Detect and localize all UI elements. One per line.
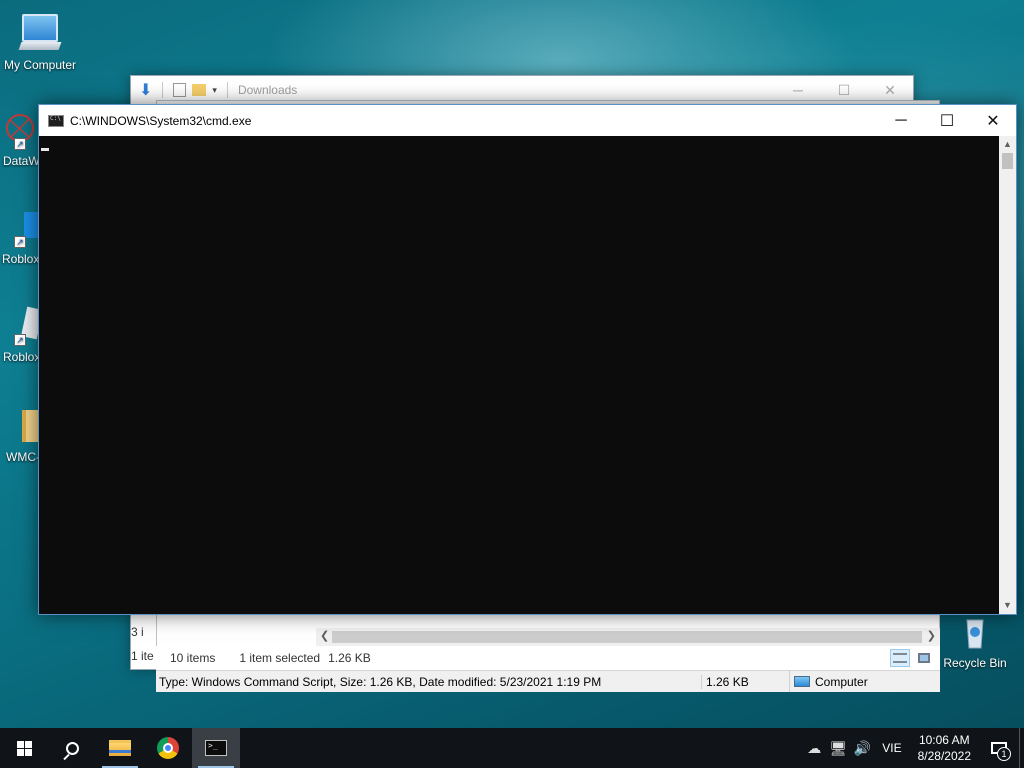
computer-icon <box>18 14 62 54</box>
search-button[interactable] <box>48 728 96 768</box>
cmd-window[interactable]: C:\WINDOWS\System32\cmd.exe ─ ☐ ✕ ▲ ▼ <box>38 104 1017 615</box>
minimize-button[interactable]: ─ <box>775 82 821 99</box>
close-button[interactable]: ✕ <box>867 82 913 99</box>
details-view-icon <box>893 653 907 663</box>
chrome-icon <box>157 737 179 759</box>
scrollbar-thumb[interactable] <box>1002 153 1013 169</box>
window-controls: ─ ☐ ✕ <box>775 82 913 99</box>
desktop-icon-recycle-bin[interactable]: Recycle Bin <box>935 612 1015 670</box>
large-icons-view-icon <box>918 653 930 663</box>
vertical-scrollbar[interactable]: ▲ ▼ <box>999 136 1016 614</box>
location-label: Computer <box>815 674 868 689</box>
scrollbar-thumb[interactable] <box>332 631 922 643</box>
recycle-bin-icon <box>955 612 995 652</box>
horizontal-scrollbar[interactable]: ❮ ❯ <box>316 628 940 646</box>
network-icon[interactable]: 🖥 <box>826 728 850 768</box>
taskbar-cmd[interactable] <box>192 728 240 768</box>
scroll-left-icon[interactable]: ❮ <box>320 629 329 642</box>
taskbar-chrome[interactable] <box>144 728 192 768</box>
clock-time: 10:06 AM <box>918 733 970 747</box>
details-bar: Type: Windows Command Script, Size: 1.26… <box>156 670 940 692</box>
roblox-player-icon: ↗ <box>0 306 43 346</box>
divider <box>226 82 228 98</box>
console-area[interactable] <box>39 136 999 614</box>
show-desktop-button[interactable] <box>1019 728 1024 768</box>
minimize-button[interactable]: ─ <box>878 105 924 136</box>
cmd-title-bar[interactable]: C:\WINDOWS\System32\cmd.exe ─ ☐ ✕ <box>39 105 1016 136</box>
maximize-button[interactable]: ☐ <box>924 105 970 136</box>
taskbar-file-explorer[interactable] <box>96 728 144 768</box>
file-size: 1.26 KB <box>701 674 789 689</box>
system-tray: ☁ 🖥 🔊 VIE 10:06 AM 8/28/2022 1 <box>802 728 1024 768</box>
large-icons-view-button[interactable] <box>914 649 934 667</box>
window-controls: ─ ☐ ✕ <box>878 105 1016 136</box>
input-language[interactable]: VIE <box>874 741 909 755</box>
desktop-icon-label: My Computer <box>3 58 77 72</box>
selection-size: 1.26 KB <box>328 651 371 665</box>
file-type-info: Type: Windows Command Script, Size: 1.26… <box>159 674 602 689</box>
location: Computer <box>789 671 868 692</box>
taskbar: ☁ 🖥 🔊 VIE 10:06 AM 8/28/2022 1 <box>0 728 1024 768</box>
selection-info: 1 item selected <box>239 651 321 665</box>
search-icon <box>65 741 79 755</box>
properties-icon[interactable] <box>173 83 187 97</box>
shortcut-arrow-icon: ↗ <box>14 236 26 248</box>
notification-badge: 1 <box>997 747 1011 761</box>
item-count-partial: 3 i <box>131 625 156 639</box>
window-title: Downloads <box>237 83 298 97</box>
window-title: C:\WINDOWS\System32\cmd.exe <box>70 113 252 128</box>
text-cursor <box>41 148 49 151</box>
cloud-offline-icon[interactable]: ☁ <box>802 728 826 768</box>
dataw-icon: ↗ <box>0 110 38 150</box>
cmd-icon <box>205 740 227 756</box>
scroll-down-icon[interactable]: ▼ <box>999 597 1016 614</box>
clock[interactable]: 10:06 AM 8/28/2022 <box>910 732 979 764</box>
computer-icon <box>794 676 810 687</box>
scroll-right-icon[interactable]: ❯ <box>927 629 936 642</box>
quick-access-toolbar: ⬇ ▾ <box>139 80 232 100</box>
download-arrow-icon[interactable]: ⬇ <box>139 80 152 100</box>
roblox-studio-icon: ↗ <box>0 208 42 248</box>
desktop-icon-label: Recycle Bin <box>943 656 1007 670</box>
divider <box>162 82 164 98</box>
shortcut-arrow-icon: ↗ <box>14 138 26 150</box>
chevron-down-icon[interactable]: ▾ <box>212 85 217 96</box>
shortcut-arrow-icon: ↗ <box>14 334 26 346</box>
desktop-icon-my-computer[interactable]: My Computer <box>0 10 80 72</box>
folder-icon <box>0 406 40 446</box>
status-bar: 10 items 1 item selected 1.26 KB <box>156 646 940 670</box>
scroll-up-icon[interactable]: ▲ <box>999 136 1016 153</box>
clock-date: 8/28/2022 <box>917 749 971 763</box>
windows-logo-icon <box>16 740 32 756</box>
cmd-icon <box>48 114 64 127</box>
item-count: 10 items <box>170 651 216 665</box>
new-folder-icon[interactable] <box>192 84 207 96</box>
view-switcher <box>890 649 940 667</box>
file-explorer-icon <box>109 740 131 756</box>
close-button[interactable]: ✕ <box>970 105 1016 136</box>
volume-icon[interactable]: 🔊 <box>850 728 874 768</box>
maximize-button[interactable]: ☐ <box>821 82 867 99</box>
details-view-button[interactable] <box>890 649 910 667</box>
action-center-button[interactable]: 1 <box>979 728 1019 768</box>
start-button[interactable] <box>0 728 48 768</box>
selection-partial: 1 ite <box>131 649 156 663</box>
